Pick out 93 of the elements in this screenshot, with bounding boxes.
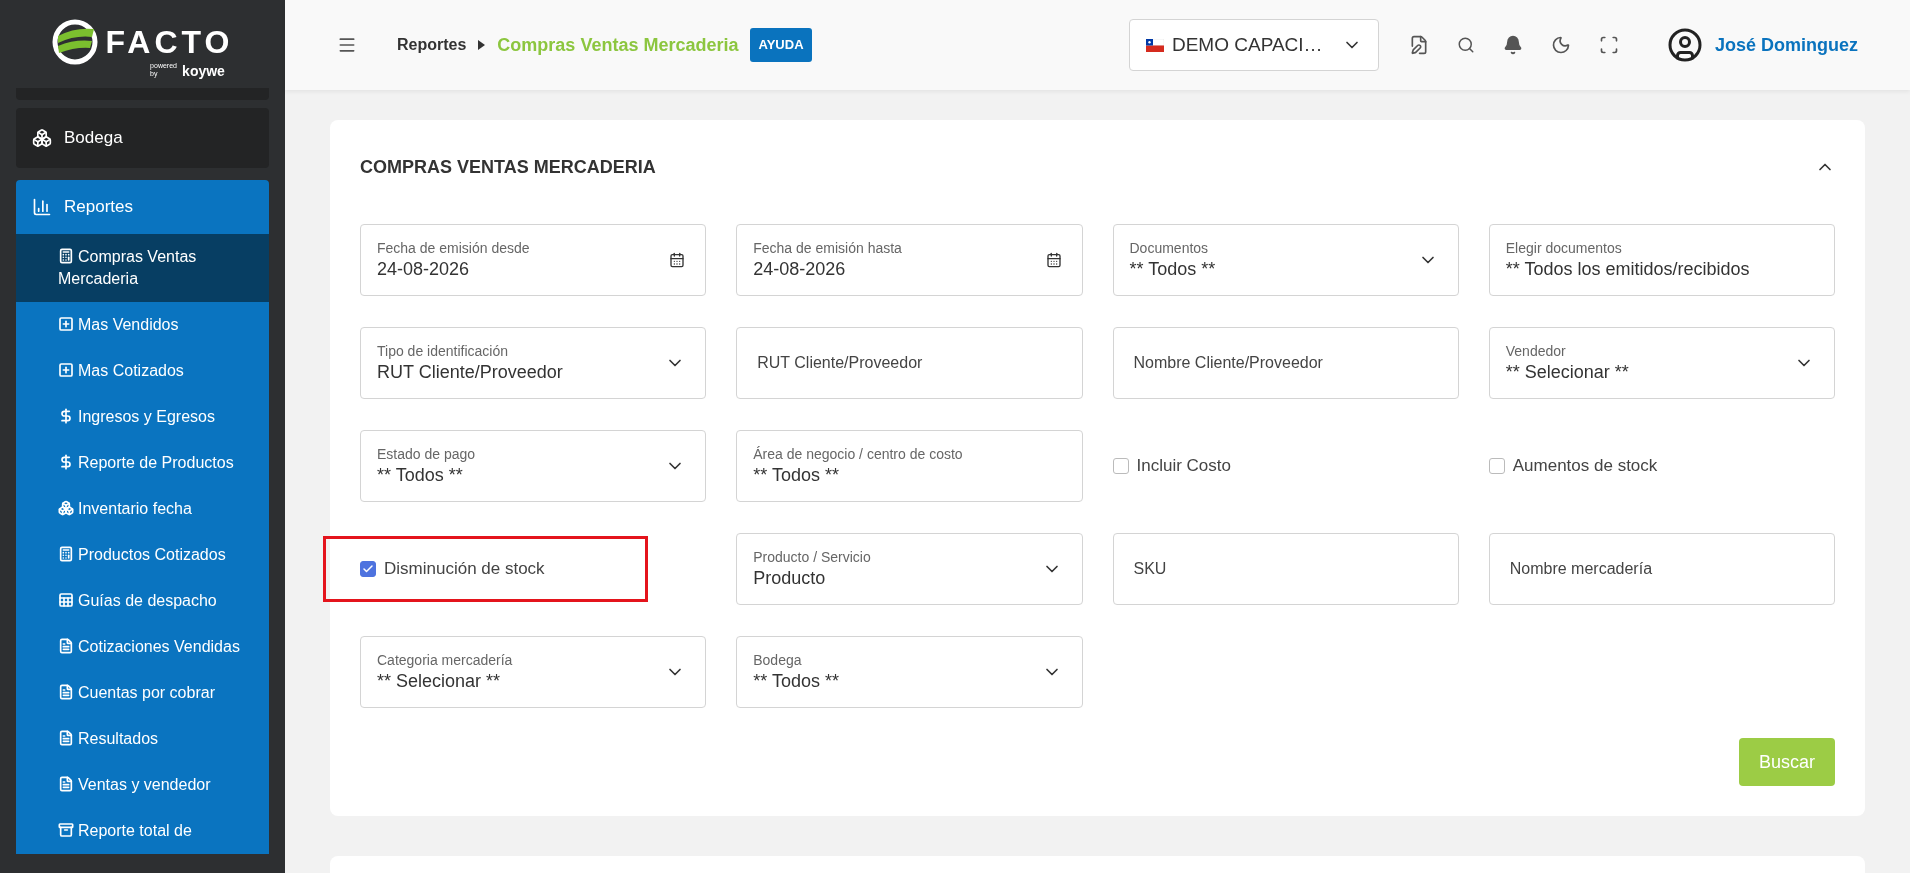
breadcrumb-link[interactable]: Reportes (397, 33, 467, 57)
help-button[interactable]: AYUDA (750, 28, 812, 62)
plus-square-icon (58, 315, 74, 332)
field-value: ** Todos los emitidos/recibidos (1505, 258, 1751, 281)
input-field[interactable]: SKU (1112, 533, 1459, 605)
sidebar-subitem[interactable]: Ventas y vendedor (16, 762, 269, 808)
fullscreen-icon[interactable] (1598, 35, 1619, 55)
document-icon (58, 729, 74, 746)
logo-text: FACTO (105, 23, 234, 62)
checkbox[interactable] (360, 561, 376, 577)
field-label: Fecha de emisión desde (377, 239, 531, 257)
field-value: Producto (753, 567, 827, 590)
select-field[interactable]: Estado de pago ** Todos ** (360, 430, 707, 502)
input-field[interactable]: Nombre mercadería (1488, 533, 1835, 605)
dollar-icon (58, 407, 74, 424)
sidebar-subitem[interactable]: Resultados (16, 716, 269, 762)
input-field[interactable]: RUT Cliente/Proveedor (736, 327, 1083, 399)
input-field[interactable]: Nombre Cliente/Proveedor (1112, 327, 1459, 399)
calculator-icon (58, 247, 74, 264)
dollar-icon (58, 453, 74, 470)
moon-icon[interactable] (1550, 35, 1571, 55)
sidebar-subitem[interactable]: Inventario fecha (16, 486, 269, 532)
search-icon[interactable] (1456, 36, 1475, 54)
calendar-icon (669, 252, 686, 268)
field-label: Vendedor (1505, 342, 1567, 360)
field-label: Fecha de emisión hasta (753, 239, 903, 257)
checkbox-label: Incluir Costo (1136, 455, 1231, 478)
sidebar-subitem[interactable]: Reporte total de (16, 808, 269, 854)
document-icon (58, 775, 74, 792)
flag-icon (1145, 38, 1164, 52)
sidebar-subitem[interactable]: Ingresos y Egresos (16, 394, 269, 440)
table-icon (58, 591, 74, 608)
sidebar-subitem[interactable]: Cotizaciones Vendidas (16, 624, 269, 670)
checkbox-label: Disminución de stock (384, 558, 545, 581)
sidebar-subitem[interactable]: Mas Vendidos (16, 302, 269, 348)
checkbox-label: Aumentos de stock (1512, 455, 1658, 478)
field-value: RUT Cliente/Proveedor (377, 361, 564, 384)
sidebar-subitem[interactable]: Cuentas por cobrar (16, 670, 269, 716)
sidebar-subitem[interactable]: Mas Cotizados (16, 348, 269, 394)
plus-square-icon (58, 361, 74, 378)
field-value: ** Selecionar ** (377, 670, 502, 693)
checkbox[interactable] (1112, 458, 1129, 474)
field-label: Documentos (1129, 239, 1210, 257)
select-field[interactable]: Producto / Servicio Producto (736, 533, 1083, 605)
caret-icon (478, 40, 486, 50)
select-field[interactable]: Bodega ** Todos ** (736, 636, 1083, 708)
field-value: ** Selecionar ** (1505, 361, 1630, 384)
field-value: ** Todos ** (377, 464, 464, 487)
field-label: Elegir documentos (1505, 239, 1623, 257)
card-title: COMPRAS VENTAS MERCADERIA (360, 155, 656, 179)
select-field[interactable]: Elegir documentos ** Todos los emitidos/recibidos (1488, 224, 1835, 296)
sidebar-subitem[interactable]: Guías de despacho (16, 578, 269, 624)
field-value: 24-08-2026 (377, 258, 471, 281)
logo-icon (51, 19, 98, 65)
menu-icon[interactable] (337, 35, 357, 55)
avatar-icon[interactable] (1666, 27, 1703, 63)
field-label: Área de negocio / centro de costo (753, 445, 964, 463)
document-icon (58, 637, 74, 654)
field-label: Producto / Servicio (753, 548, 872, 566)
breadcrumb-current: Compras Ventas Mercaderia (497, 33, 739, 57)
checkbox[interactable] (1488, 458, 1505, 474)
field-label: Estado de pago (377, 445, 477, 463)
field-label: Tipo de identificación (377, 342, 509, 360)
archive-icon (58, 821, 74, 838)
select-field[interactable]: Tipo de identificación RUT Cliente/Proveedor (360, 327, 707, 399)
field-value: ** Todos ** (753, 670, 840, 693)
calendar-icon (1045, 252, 1062, 268)
sidebar-subitem[interactable]: Reporte de Productos (16, 440, 269, 486)
boxes-icon (32, 128, 52, 148)
sidebar-subitem[interactable]: Compras Ventas Mercaderia (16, 234, 269, 302)
calculator-icon (58, 545, 74, 562)
check-icon (362, 563, 374, 575)
field-value: ** Todos ** (753, 464, 840, 487)
document-icon (58, 683, 74, 700)
sidebar-item[interactable]: Bodega (16, 108, 269, 168)
select-field[interactable]: Vendedor ** Selecionar ** (1488, 327, 1835, 399)
boxes-icon (58, 499, 74, 516)
company-select[interactable]: DEMO CAPACI… (1128, 19, 1379, 71)
bell-icon[interactable] (1502, 35, 1523, 55)
sidebar-item[interactable]: Reportes (16, 180, 269, 234)
logo-tagline: koywe (182, 64, 225, 78)
field-value: ** Todos ** (1129, 258, 1217, 281)
user-name[interactable]: José Dominguez (1714, 31, 1858, 59)
select-field[interactable]: Área de negocio / centro de costo ** Todos ** (736, 430, 1083, 502)
field-label: Bodega (753, 651, 803, 669)
sidebar-subitem[interactable]: Productos Cotizados (16, 532, 269, 578)
chart-icon (32, 197, 52, 217)
date-field[interactable]: Fecha de emisión desde 24-08-2026 (360, 224, 707, 296)
select-field[interactable]: Categoria mercadería ** Selecionar ** (360, 636, 707, 708)
select-field[interactable]: Documentos ** Todos ** (1112, 224, 1459, 296)
field-label: Categoria mercadería (377, 651, 514, 669)
field-value: 24-08-2026 (753, 258, 847, 281)
date-field[interactable]: Fecha de emisión hasta 24-08-2026 (736, 224, 1083, 296)
